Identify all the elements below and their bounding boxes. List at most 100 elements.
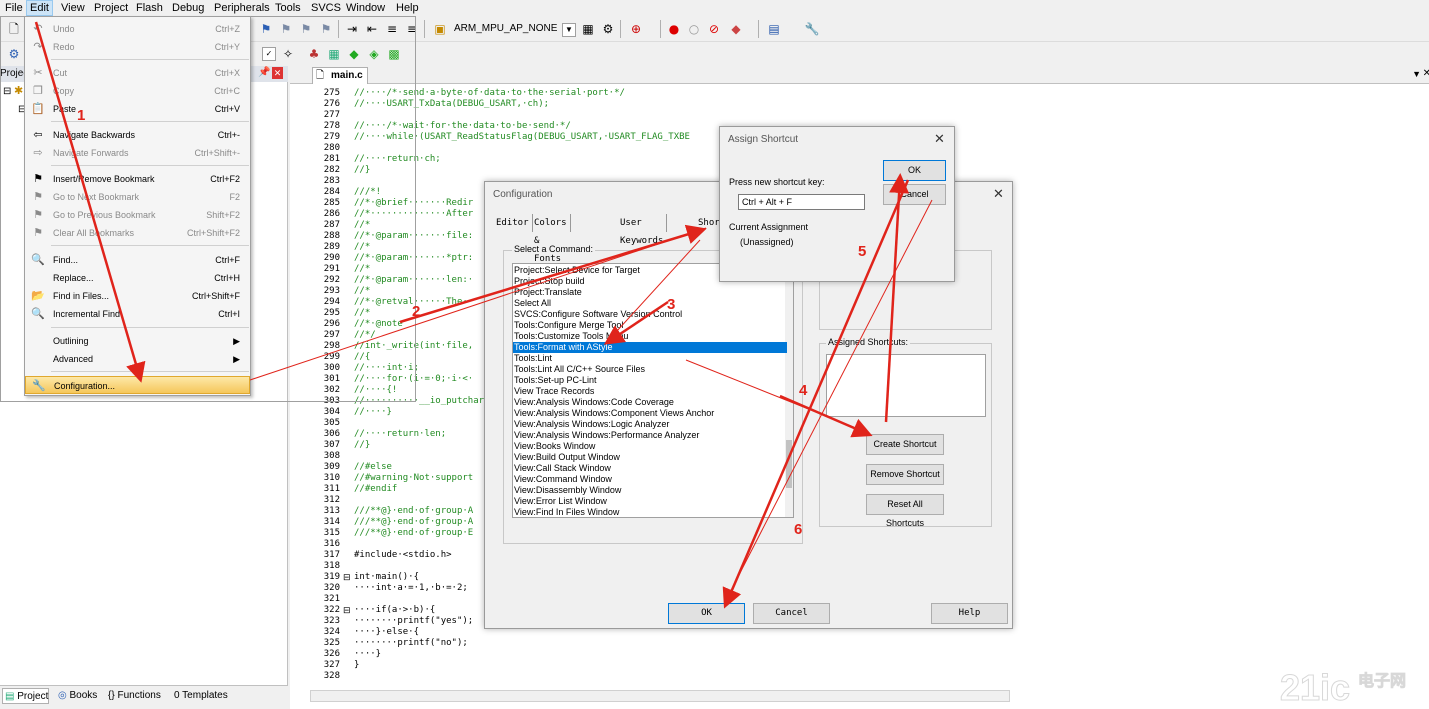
- code-line[interactable]: ····int·a·=·1,·b·=·2;: [354, 583, 468, 594]
- menu-view[interactable]: View: [58, 1, 88, 15]
- code-line[interactable]: //····while·(USART_ReadStatusFlag(DEBUG_…: [354, 132, 690, 143]
- code-line[interactable]: ········printf("no");: [354, 638, 468, 649]
- fold-toggle-icon[interactable]: ⊟: [343, 605, 351, 616]
- command-list-item[interactable]: View:Disassembly Window: [513, 485, 787, 496]
- code-line[interactable]: //{: [354, 352, 370, 363]
- code-line[interactable]: ///*!: [354, 187, 381, 198]
- command-list-item[interactable]: Tools:Configure Merge Tool: [513, 320, 787, 331]
- code-line[interactable]: //*: [354, 264, 370, 275]
- build-icon[interactable]: ▦: [580, 21, 596, 37]
- tab-functions[interactable]: {} Functions: [106, 688, 161, 704]
- command-list-item[interactable]: Select All: [513, 298, 787, 309]
- code-line[interactable]: //····/*·send·a·byte·of·data·to·the·seri…: [354, 88, 625, 99]
- command-list-item[interactable]: View:Analysis Windows:Code Coverage: [513, 397, 787, 408]
- edit-menu-cut[interactable]: ✂ Cut Ctrl+X: [25, 64, 250, 82]
- bookmark-clear-icon[interactable]: ⚑: [318, 21, 334, 37]
- magic-wand-icon[interactable]: ✧: [280, 46, 296, 62]
- close-icon[interactable]: ✕: [272, 67, 283, 79]
- edit-menu-outlining[interactable]: Outlining ▶: [25, 332, 250, 350]
- bookmark-prev-icon[interactable]: ⚑: [298, 21, 314, 37]
- edit-menu-insert-remove-bookmark[interactable]: ⚑ Insert/Remove Bookmark Ctrl+F2: [25, 170, 250, 188]
- tab-main-c[interactable]: 🗋 main.c: [312, 67, 368, 84]
- code-line[interactable]: //#warning·Not·support: [354, 473, 473, 484]
- run-environment-icon[interactable]: ◈: [366, 46, 382, 62]
- command-list-item[interactable]: View:Command Window: [513, 474, 787, 485]
- menu-flash[interactable]: Flash: [133, 1, 166, 15]
- menu-peripherals[interactable]: Peripherals: [211, 1, 273, 15]
- code-line[interactable]: //#endif: [354, 484, 397, 495]
- code-line[interactable]: //*·@note: [354, 319, 403, 330]
- menu-window[interactable]: Window: [343, 1, 388, 15]
- command-list-item[interactable]: SVCS:Configure Software Version Control: [513, 309, 787, 320]
- edit-menu-find[interactable]: 🔍 Find... Ctrl+F: [25, 251, 250, 269]
- unindent-icon[interactable]: ⇤: [364, 21, 380, 37]
- checkbox-icon[interactable]: ✓: [262, 47, 276, 61]
- code-line[interactable]: int·main()·{: [354, 572, 419, 583]
- code-line[interactable]: //*: [354, 286, 370, 297]
- command-list-item[interactable]: Project:Translate: [513, 287, 787, 298]
- menu-edit[interactable]: Edit: [26, 0, 53, 16]
- help-button[interactable]: Help: [931, 603, 1008, 624]
- assign-cancel-button[interactable]: Cancel: [883, 184, 946, 205]
- code-line[interactable]: //····return·ch;: [354, 154, 441, 165]
- select-packs-icon[interactable]: ◆: [346, 46, 362, 62]
- create-shortcut-button[interactable]: Create Shortcut: [866, 434, 944, 455]
- fold-toggle-icon[interactable]: ⊟: [343, 572, 351, 583]
- tab-books[interactable]: ◎ Books: [56, 688, 97, 704]
- command-list-item[interactable]: View:Find In Files Window: [513, 507, 787, 517]
- edit-menu-configuration[interactable]: 🔧 Configuration...: [25, 376, 250, 394]
- edit-menu-navigate-forwards[interactable]: ⇨ Navigate Forwards Ctrl+Shift+-: [25, 144, 250, 162]
- code-line[interactable]: //*·@param·······len:·: [354, 275, 473, 286]
- edit-menu-advanced[interactable]: Advanced ▶: [25, 350, 250, 368]
- command-list[interactable]: Project:Select Device for Target Project:…: [512, 263, 794, 518]
- tab-user-keywords[interactable]: User Keywords: [617, 214, 668, 246]
- code-line[interactable]: //····USART_TxData(DEBUG_USART,·ch);: [354, 99, 549, 110]
- code-line[interactable]: //*·@param·······*ptr:: [354, 253, 473, 264]
- tab-colors-fonts[interactable]: Colors & Fonts: [531, 214, 571, 264]
- command-list-item[interactable]: Tools:Lint All C/C++ Source Files: [513, 364, 787, 375]
- code-line[interactable]: //····}: [354, 407, 392, 418]
- code-line[interactable]: //··········__io_putchar: [354, 396, 484, 407]
- code-line[interactable]: //····int·i;: [354, 363, 419, 374]
- command-list-item[interactable]: Tools:Format with AStyle: [513, 342, 787, 353]
- code-line[interactable]: //*/: [354, 330, 376, 341]
- code-line[interactable]: //*: [354, 308, 370, 319]
- close-icon[interactable]: ✕: [1423, 68, 1429, 79]
- edit-menu-navigate-backwards[interactable]: ⇦ Navigate Backwards Ctrl+-: [25, 126, 250, 144]
- code-line[interactable]: //····{!: [354, 385, 397, 396]
- new-file-icon[interactable]: 🗋: [6, 21, 22, 37]
- target-options-icon[interactable]: ▣: [432, 21, 448, 37]
- manage-components-icon[interactable]: ♣: [306, 46, 322, 62]
- command-list-item[interactable]: View:Call Stack Window: [513, 463, 787, 474]
- code-line[interactable]: ///**@}·end·of·group·A: [354, 517, 473, 528]
- menu-project[interactable]: Project: [91, 1, 131, 15]
- edit-menu-go-to-next-bookmark[interactable]: ⚑ Go to Next Bookmark F2: [25, 188, 250, 206]
- breakpoint-kill-icon[interactable]: ⊘: [706, 21, 722, 37]
- settings-icon[interactable]: ⚙: [600, 21, 616, 37]
- code-line[interactable]: //····for·(i·=·0;·i·<·: [354, 374, 473, 385]
- indent-icon[interactable]: ⇥: [344, 21, 360, 37]
- chevron-down-icon[interactable]: ▼: [1412, 69, 1421, 79]
- command-list-item[interactable]: View:Analysis Windows:Performance Analyz…: [513, 430, 787, 441]
- command-list-item[interactable]: Tools:Lint: [513, 353, 787, 364]
- edit-menu-redo[interactable]: ↷ Redo Ctrl+Y: [25, 38, 250, 56]
- close-icon[interactable]: ✕: [993, 187, 1004, 202]
- window-layout-icon[interactable]: ▤: [766, 21, 782, 37]
- horizontal-scrollbar[interactable]: [310, 690, 1010, 702]
- cancel-button[interactable]: Cancel: [753, 603, 830, 624]
- code-line[interactable]: ····if(a·>·b)·{: [354, 605, 435, 616]
- package-icon[interactable]: ▦: [326, 46, 342, 62]
- code-line[interactable]: //*: [354, 242, 370, 253]
- command-list-item[interactable]: View:Error List Window: [513, 496, 787, 507]
- code-line[interactable]: //}: [354, 440, 370, 451]
- code-line[interactable]: ///**@}·end·of·group·E: [354, 528, 473, 539]
- tab-editor[interactable]: Editor: [493, 214, 533, 232]
- edit-menu-incremental-find[interactable]: 🔍 Incremental Find Ctrl+I: [25, 305, 250, 323]
- tab-project[interactable]: ▤ Project: [2, 688, 50, 704]
- uncomment-icon[interactable]: ≡: [404, 21, 420, 37]
- command-list-item[interactable]: Tools:Customize Tools Menu: [513, 331, 787, 342]
- tree-expand-icon[interactable]: ⊟: [3, 86, 11, 97]
- comment-icon[interactable]: ≡: [384, 21, 400, 37]
- debug-icon[interactable]: ⊕: [628, 21, 644, 37]
- close-icon[interactable]: ✕: [934, 132, 945, 147]
